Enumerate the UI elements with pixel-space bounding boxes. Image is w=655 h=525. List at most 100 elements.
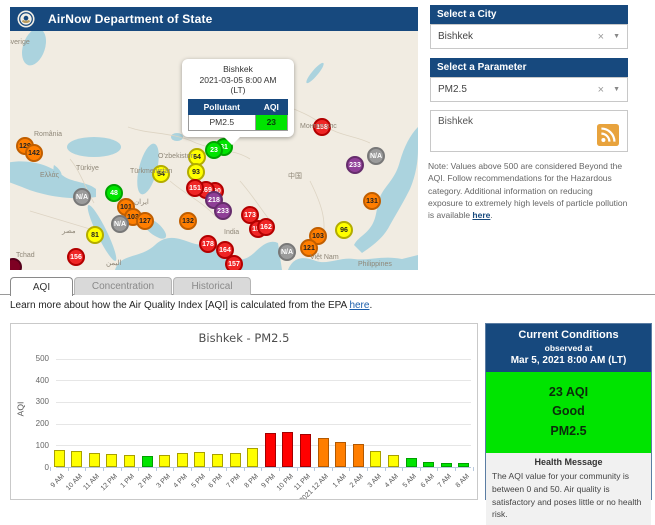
chart-bar (89, 453, 100, 467)
map-place-label: Ελλάς (40, 172, 59, 179)
select-parameter-header: Select a Parameter (430, 58, 628, 77)
chart-x-tick (314, 467, 315, 471)
map-aqi-marker[interactable]: 233 (214, 202, 232, 220)
chart-x-tick (332, 467, 333, 471)
chart-y-tick-label: 100 (19, 441, 49, 450)
map-aqi-marker[interactable]: 132 (179, 212, 197, 230)
chart-gridline (56, 402, 471, 403)
learn-more-text: Learn more about how the Air Quality Ind… (10, 300, 372, 311)
map-aqi-marker[interactable]: 178 (199, 235, 217, 253)
parameter-chevron-down-icon[interactable]: ▼ (613, 86, 620, 93)
city-select-value: Bishkek (438, 31, 598, 42)
map-place-label: România (34, 131, 62, 138)
chart-x-tick (191, 467, 192, 471)
aqi-world-map[interactable]: 129142N/A4854649331231901691512182331011… (10, 31, 418, 270)
tab-historical[interactable]: Historical (173, 277, 251, 295)
map-aqi-marker[interactable]: 127 (136, 212, 154, 230)
chart-x-axis-line (56, 467, 471, 468)
map-aqi-marker[interactable]: 131 (363, 192, 381, 210)
city-clear-icon[interactable]: × (598, 31, 604, 43)
chart-y-tick-label: 0 (19, 463, 49, 472)
learn-more-here-link[interactable]: here (349, 300, 369, 311)
map-aqi-marker[interactable]: 23 (205, 141, 223, 159)
map-aqi-marker[interactable]: N/A (111, 215, 129, 233)
parameter-clear-icon[interactable]: × (598, 84, 604, 96)
map-place-label: مصر (62, 227, 76, 235)
chart-bar (423, 462, 434, 467)
learn-more-period: . (369, 300, 372, 311)
cc-aqi-value: 23 AQI (488, 383, 649, 402)
chart-y-tick-label: 500 (19, 354, 49, 363)
chart-x-tick (85, 467, 86, 471)
chart-x-tick (173, 467, 174, 471)
cc-health-message: The AQI value for your community is betw… (492, 470, 645, 521)
chart-bar (265, 433, 276, 467)
chart-bar (406, 458, 417, 467)
current-conditions-panel: Current Conditions observed at Mar 5, 20… (485, 323, 652, 500)
map-place-label: Tchad (16, 252, 35, 259)
map-aqi-marker[interactable]: N/A (367, 147, 385, 165)
learn-more-prefix: Learn more about how the Air Quality Ind… (10, 300, 349, 311)
app-header: AirNow Department of State (10, 7, 418, 31)
map-place-label: India (224, 229, 239, 236)
chart-bar (159, 455, 170, 467)
map-aqi-marker[interactable]: 151 (186, 179, 204, 197)
chart-bar (54, 450, 65, 467)
aqi-bar-chart: Bishkek - PM2.5 AQI 01002003004005009 AM… (10, 323, 478, 500)
map-aqi-marker[interactable]: 157 (225, 255, 243, 270)
chart-x-tick (209, 467, 210, 471)
chart-bar (282, 432, 293, 467)
chart-x-tick (244, 467, 245, 471)
chart-y-tick-label: 400 (19, 376, 49, 385)
map-place-label: Монгол улс (300, 123, 337, 130)
chart-x-tick (121, 467, 122, 471)
tab-aqi[interactable]: AQI (10, 277, 73, 296)
map-aqi-marker[interactable]: 162 (257, 218, 275, 236)
city-select[interactable]: Bishkek × ▼ (430, 24, 628, 49)
chart-x-tick (402, 467, 403, 471)
chart-y-tick-label: 200 (19, 419, 49, 428)
map-place-label: Türkmenistan (130, 168, 172, 175)
map-aqi-marker[interactable]: 96 (335, 221, 353, 239)
map-aqi-marker[interactable]: 81 (86, 226, 104, 244)
map-place-label: اليمن (106, 259, 122, 267)
chart-x-tick (103, 467, 104, 471)
rss-icon[interactable] (597, 124, 619, 146)
popup-pointer (224, 137, 240, 145)
map-aqi-marker[interactable]: N/A (73, 188, 91, 206)
chart-x-tick (68, 467, 69, 471)
map-place-label: Philippines (358, 261, 392, 268)
city-chevron-down-icon[interactable]: ▼ (613, 33, 620, 40)
note-here-link[interactable]: here (472, 210, 490, 220)
map-place-label: Türkiye (76, 165, 99, 172)
map-aqi-marker[interactable]: 142 (25, 144, 43, 162)
popup-datetime: 2021-03-05 8:00 AM (188, 75, 288, 86)
map-place-label: O'zbekiston (158, 153, 194, 160)
map-place-label: Sverige (10, 39, 30, 46)
popup-col-aqi: AQI (255, 99, 287, 114)
cc-aqi-category: Good (488, 402, 649, 421)
cc-health-block: Health Message The AQI value for your co… (486, 453, 651, 525)
map-aqi-marker[interactable]: 233 (346, 156, 364, 174)
chart-gridline (56, 359, 471, 360)
popup-aqi-value: 23 (255, 114, 287, 130)
chart-bar (212, 454, 223, 467)
chart-bar (194, 452, 205, 467)
rss-feed-box: Bishkek (430, 110, 628, 152)
chart-x-tick (420, 467, 421, 471)
chart-x-tick (261, 467, 262, 471)
rss-city-label: Bishkek (438, 116, 473, 127)
popup-table: Pollutant AQI PM2.5 23 (188, 99, 288, 131)
cc-aqi-block: 23 AQI Good PM2.5 (486, 372, 651, 453)
chart-bar (177, 453, 188, 467)
chart-bar (71, 451, 82, 467)
map-aqi-marker[interactable]: 156 (67, 248, 85, 266)
parameter-select[interactable]: PM2.5 × ▼ (430, 77, 628, 102)
current-conditions-header: Current Conditions observed at Mar 5, 20… (486, 324, 651, 372)
chart-y-tick-label: 300 (19, 397, 49, 406)
tab-concentration[interactable]: Concentration (74, 277, 172, 295)
chart-x-tick (279, 467, 280, 471)
map-aqi-marker[interactable]: N/A (278, 243, 296, 261)
chart-bar (458, 463, 469, 467)
chart-title: Bishkek - PM2.5 (11, 331, 477, 345)
